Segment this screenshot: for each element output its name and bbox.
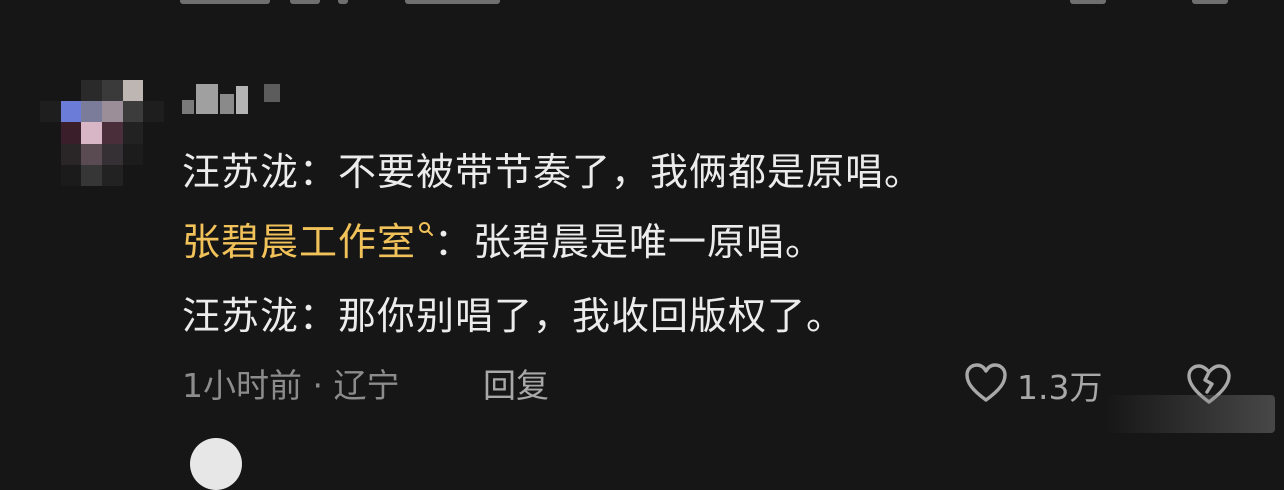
reply-button[interactable]: 回复	[483, 364, 549, 408]
comment-text: 那你别唱了，我收回版权了。	[338, 294, 846, 338]
comment-line-3: 汪苏泷：那你别唱了，我收回版权了。	[182, 292, 845, 340]
watermark-overlay	[1105, 395, 1275, 433]
comment-text: 张碧晨是唯一原唱。	[473, 220, 825, 264]
speaker-separator: ：	[434, 220, 474, 264]
speaker-name-highlighted[interactable]: 张碧晨工作室	[182, 220, 416, 264]
comment-line-2: 张碧晨工作室 ：张碧晨是唯一原唱。	[182, 218, 824, 266]
cropped-text-fragment	[290, 0, 320, 4]
comment-meta: 1小时前 · 辽宁	[182, 364, 400, 408]
previous-comment-remnant	[0, 0, 1284, 8]
speaker-name: 汪苏泷	[182, 150, 300, 194]
speaker-separator: ：	[299, 150, 339, 194]
comment-time: 1小时前	[182, 366, 302, 405]
cropped-text-fragment	[405, 0, 500, 4]
cropped-text-fragment	[338, 0, 348, 4]
search-icon[interactable]	[418, 200, 434, 236]
next-comment-avatar[interactable]	[190, 438, 242, 490]
avatar[interactable]	[40, 80, 164, 186]
like-count: 1.3万	[1017, 368, 1103, 407]
cropped-text-fragment	[180, 0, 270, 4]
heart-outline-icon	[963, 362, 1009, 408]
speaker-name: 汪苏泷	[182, 294, 300, 338]
meta-dot: ·	[312, 366, 324, 405]
comment-text: 不要被带节奏了，我俩都是原唱。	[338, 150, 924, 194]
comment-line-1: 汪苏泷：不要被带节奏了，我俩都是原唱。	[182, 148, 923, 196]
cropped-dislike-icon	[1192, 0, 1228, 4]
cropped-like-icon	[1070, 0, 1106, 4]
username-obscured[interactable]	[182, 80, 302, 116]
comment-location: 辽宁	[333, 366, 400, 405]
speaker-separator: ：	[299, 294, 339, 338]
like-button[interactable]: 1.3万	[963, 362, 1102, 408]
